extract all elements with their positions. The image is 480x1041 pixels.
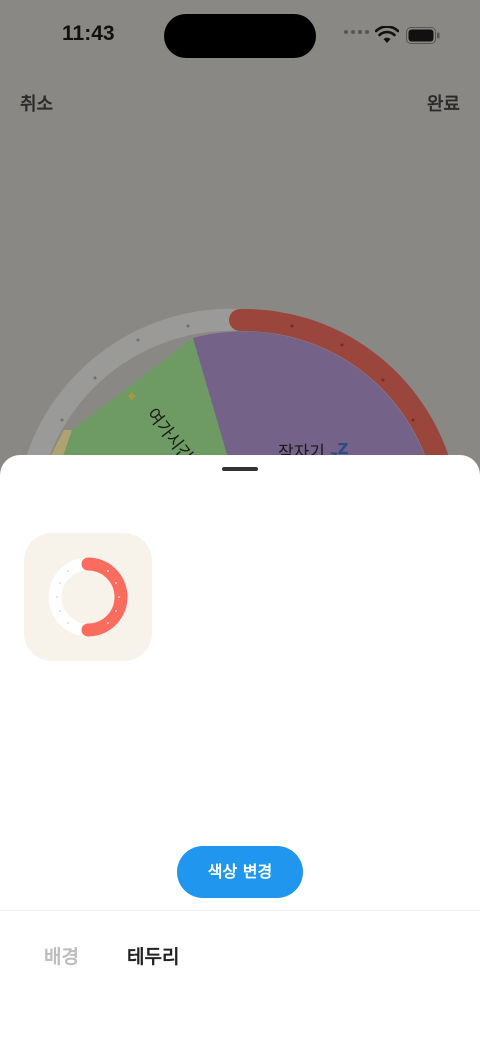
preview-ring-icon	[48, 557, 128, 637]
status-bar: 11:43	[0, 0, 480, 70]
wifi-icon	[375, 26, 399, 43]
schedule-wheel: ✦ 여가시간 잠자기 zZ	[24, 308, 451, 465]
tab-border[interactable]: 테두리	[127, 942, 179, 969]
bottom-sheet: 색상 변경 배경 테두리	[0, 455, 480, 1041]
battery-icon	[406, 27, 440, 44]
top-navigation: 취소 완료	[0, 86, 480, 116]
tab-background[interactable]: 배경	[44, 942, 79, 969]
done-button[interactable]: 완료	[427, 90, 460, 116]
dynamic-island	[164, 14, 316, 58]
tab-divider	[0, 910, 480, 911]
cellular-signal-icon	[344, 30, 369, 34]
preview-tile	[24, 533, 152, 661]
leisure-sparkle-icon: ✦	[125, 387, 138, 406]
arc-cap	[229, 309, 251, 331]
cancel-button[interactable]: 취소	[20, 90, 53, 116]
status-time: 11:43	[62, 22, 115, 45]
sheet-grabber[interactable]	[222, 467, 258, 471]
change-color-button[interactable]: 색상 변경	[177, 846, 303, 898]
